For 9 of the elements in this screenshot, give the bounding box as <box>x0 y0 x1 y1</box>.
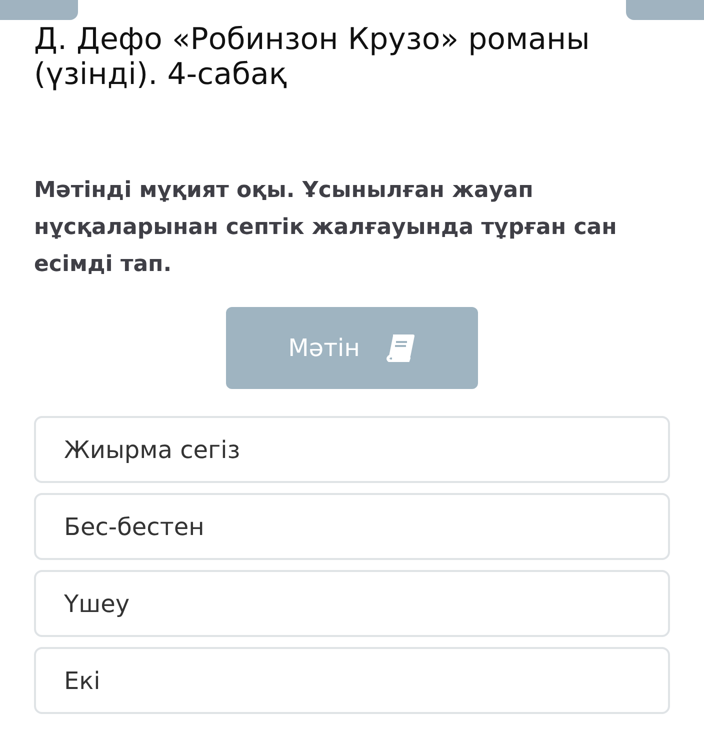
top-left-button[interactable] <box>0 0 78 20</box>
answer-option[interactable]: Жиырма сегіз <box>34 416 670 483</box>
answer-option[interactable]: Бес-бестен <box>34 493 670 560</box>
top-right-button[interactable] <box>626 0 704 20</box>
answer-option[interactable]: Үшеу <box>34 570 670 637</box>
question-text: Мәтінді мұқият оқы. Ұсынылған жауап нұсқаларынан септік жалғауында тұрған сан есімді тап. <box>34 177 618 279</box>
answer-option[interactable]: Екі <box>34 647 670 714</box>
book-icon <box>386 334 416 362</box>
lesson-title: Д. Дефо «Робинзон Крузо» романы (үзінді). 4-сабақ <box>34 22 591 92</box>
